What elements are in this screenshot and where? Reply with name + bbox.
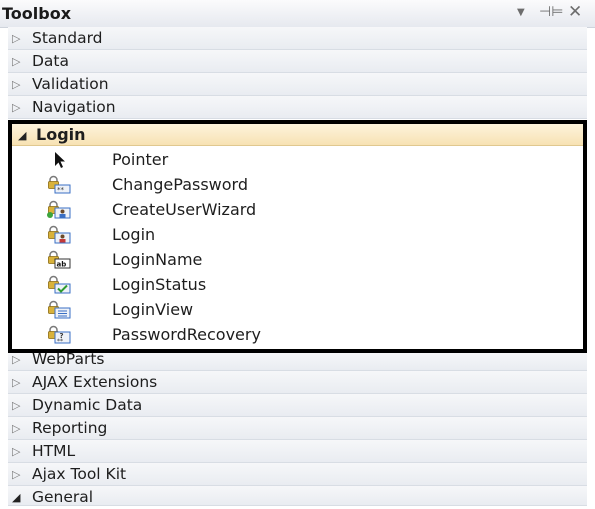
expanded-arrow-icon: ◢: [18, 129, 27, 142]
category-standard[interactable]: ▷ Standard: [8, 27, 587, 50]
tool-create-user-wizard[interactable]: CreateUserWizard: [12, 197, 583, 222]
tool-password-recovery[interactable]: ? ** PasswordRecovery: [12, 322, 583, 347]
category-label: Dynamic Data: [32, 396, 143, 414]
login-name-icon: ab: [48, 250, 71, 269]
category-label: General: [32, 488, 94, 506]
category-navigation[interactable]: ▷ Navigation: [8, 96, 587, 119]
category-dynamic-data[interactable]: ▷ Dynamic Data: [8, 394, 587, 417]
tool-label: ChangePassword: [112, 175, 248, 194]
category-validation[interactable]: ▷ Validation: [8, 73, 587, 96]
tool-label: LoginName: [112, 250, 203, 269]
collapsed-arrow-icon: ▷: [12, 468, 21, 481]
collapsed-arrow-icon: ▷: [12, 422, 21, 435]
category-label: Validation: [32, 75, 109, 93]
category-ajax-tool-kit[interactable]: ▷ Ajax Tool Kit: [8, 463, 587, 486]
category-webparts[interactable]: ▷ WebParts: [8, 353, 587, 371]
svg-text:ab: ab: [57, 261, 67, 269]
tool-label: Pointer: [112, 150, 169, 169]
category-label: WebParts: [32, 353, 105, 368]
category-html[interactable]: ▷ HTML: [8, 440, 587, 463]
tool-pointer[interactable]: Pointer: [12, 147, 583, 172]
change-password-icon: **: [48, 175, 71, 194]
tool-label: CreateUserWizard: [112, 200, 257, 219]
collapsed-arrow-icon: ▷: [12, 32, 21, 45]
tool-login-name[interactable]: ab LoginName: [12, 247, 583, 272]
password-recovery-icon: ? **: [48, 325, 71, 344]
category-login[interactable]: ◢ Login: [12, 124, 583, 146]
collapsed-arrow-icon: ▷: [12, 353, 21, 366]
login-view-icon: [48, 300, 71, 319]
login-group-highlight: ◢ Login Pointer ** ChangePassword CreateU…: [8, 120, 587, 353]
login-status-icon: [48, 275, 71, 294]
category-label: Reporting: [32, 419, 108, 437]
tool-label: LoginStatus: [112, 275, 207, 294]
tool-label: LoginView: [112, 300, 194, 319]
category-label: AJAX Extensions: [32, 373, 158, 391]
tool-login[interactable]: Login: [12, 222, 583, 247]
tool-change-password[interactable]: ** ChangePassword: [12, 172, 583, 197]
login-control-icon: [48, 225, 71, 244]
category-label: Navigation: [32, 98, 116, 116]
category-label: Login: [36, 125, 86, 144]
collapsed-arrow-icon: ▷: [12, 55, 21, 68]
close-icon[interactable]: ✕: [568, 2, 582, 22]
category-general[interactable]: ◢ General: [8, 486, 587, 506]
category-label: HTML: [32, 442, 76, 460]
category-label: Ajax Tool Kit: [32, 465, 127, 483]
category-label: Standard: [32, 29, 103, 47]
collapsed-arrow-icon: ▷: [12, 101, 21, 114]
tool-login-status[interactable]: LoginStatus: [12, 272, 583, 297]
collapsed-arrow-icon: ▷: [12, 445, 21, 458]
category-data[interactable]: ▷ Data: [8, 50, 587, 73]
svg-text:**: **: [57, 338, 63, 344]
create-user-wizard-icon: [47, 200, 71, 219]
category-ajax-extensions[interactable]: ▷ AJAX Extensions: [8, 371, 587, 394]
auto-hide-pin-icon[interactable]: ⊣⊨: [539, 4, 563, 20]
toolbox-title-bar: Toolbox ▼ ⊣⊨ ✕: [0, 0, 595, 28]
window-menu-dropdown-icon[interactable]: ▼: [517, 7, 525, 18]
category-reporting[interactable]: ▷ Reporting: [8, 417, 587, 440]
pointer-arrow-icon: [55, 152, 65, 168]
collapsed-arrow-icon: ▷: [12, 399, 21, 412]
collapsed-arrow-icon: ▷: [12, 78, 21, 91]
category-label: Data: [32, 52, 70, 70]
tool-label: PasswordRecovery: [112, 325, 261, 344]
collapsed-arrow-icon: ▷: [12, 376, 21, 389]
tool-label: Login: [112, 225, 156, 244]
svg-text:**: **: [57, 186, 65, 194]
tool-login-view[interactable]: LoginView: [12, 297, 583, 322]
toolbox-title: Toolbox: [2, 4, 72, 23]
